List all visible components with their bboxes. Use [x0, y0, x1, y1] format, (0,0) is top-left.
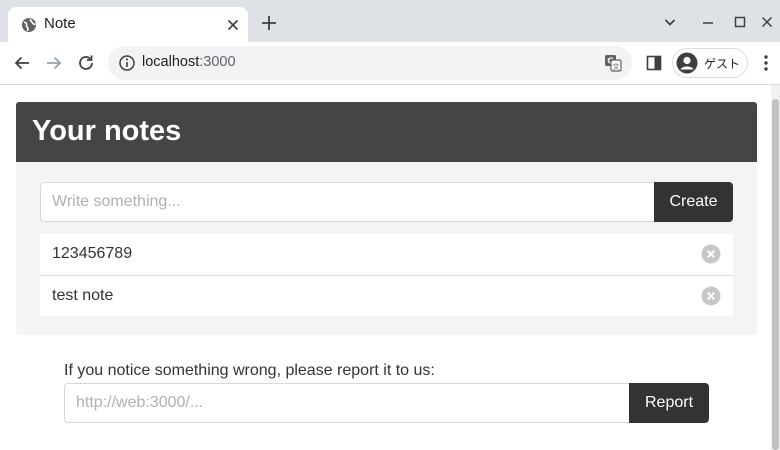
report-button[interactable]: Report — [629, 383, 709, 423]
scrollbar-thumb[interactable] — [772, 99, 779, 450]
notes-card: Your notes Create 123456789 test note — [16, 102, 757, 335]
note-item: 123456789 — [40, 234, 733, 275]
site-info-icon[interactable] — [118, 54, 136, 72]
svg-text:文: 文 — [613, 62, 620, 71]
maximize-icon[interactable] — [730, 12, 750, 32]
globe-icon — [22, 18, 36, 32]
url-text: localhost:3000 — [142, 54, 236, 70]
browser-tab[interactable]: Note — [8, 7, 248, 42]
profile-label: ゲスト — [704, 57, 741, 71]
page-scrollbar[interactable] — [771, 85, 780, 450]
page-title: Your notes — [32, 115, 182, 147]
toolbar-divider — [0, 84, 780, 85]
new-tab-plus-icon[interactable] — [259, 13, 279, 33]
reload-icon[interactable] — [75, 52, 97, 74]
translate-icon[interactable]: G 文 — [604, 54, 622, 72]
note-list: 123456789 test note — [40, 234, 733, 316]
note-text: test note — [52, 287, 114, 304]
window-close-icon[interactable] — [757, 12, 777, 32]
back-arrow-icon[interactable] — [11, 52, 33, 74]
address-bar[interactable]: localhost:3000 G 文 — [108, 46, 632, 80]
browser-toolbar: localhost:3000 G 文 ゲスト — [0, 42, 780, 84]
report-label: If you notice something wrong, please re… — [64, 362, 435, 379]
delete-note-icon[interactable] — [701, 286, 721, 306]
note-text: 123456789 — [52, 245, 133, 262]
tab-search-chevron-icon[interactable] — [660, 12, 680, 32]
side-panel-icon[interactable] — [645, 54, 663, 72]
tab-title: Note — [44, 15, 76, 32]
delete-note-icon[interactable] — [701, 244, 721, 264]
report-url-input[interactable] — [64, 383, 630, 423]
notes-header: Your notes — [16, 102, 757, 162]
forward-arrow-icon[interactable] — [43, 52, 65, 74]
guest-avatar-icon — [676, 52, 698, 74]
kebab-menu-icon[interactable] — [757, 53, 775, 73]
new-note-input[interactable] — [40, 182, 655, 222]
minimize-icon[interactable] — [698, 12, 718, 32]
profile-button[interactable]: ゲスト — [672, 48, 748, 78]
tab-strip: Note — [0, 0, 780, 42]
create-button[interactable]: Create — [654, 182, 733, 222]
tab-close-icon[interactable] — [224, 16, 242, 34]
note-item: test note — [40, 275, 733, 316]
